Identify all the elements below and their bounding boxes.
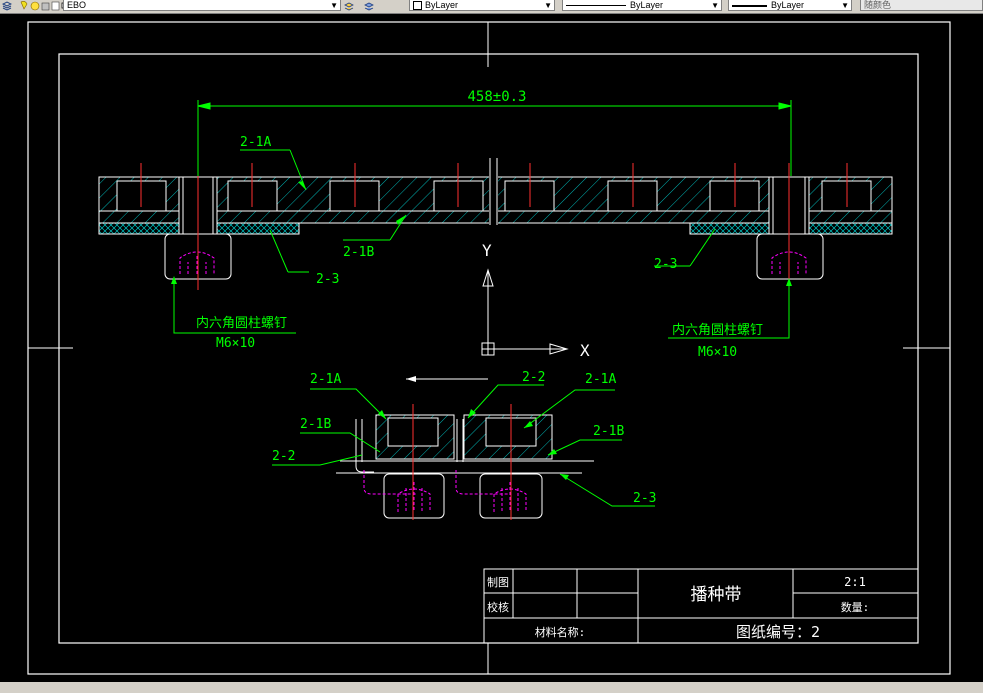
- dimension-458: [197, 100, 792, 176]
- plotstyle-dropdown[interactable]: 随颜色: [860, 0, 983, 11]
- label-2-1B: 2-1B: [343, 245, 374, 260]
- lineweight-value: ByLayer: [771, 0, 805, 10]
- properties-toolbar: EBO ▼ ByLayer ▼ ByLayer ▼ ByLayer ▼ 随颜色: [0, 0, 983, 14]
- drawn-by-label: 制图: [487, 576, 509, 589]
- chevron-down-icon[interactable]: ▼: [841, 0, 849, 11]
- detail-label-2-1B-right: 2-1B: [593, 424, 624, 439]
- drawing-canvas[interactable]: 458±0.3 2-1A 2-1B 2-3 2-3 内六角圆柱螺钉 M6×10 …: [0, 14, 983, 682]
- ucs-axis-icon: [481, 268, 569, 356]
- chevron-down-icon[interactable]: ▼: [330, 0, 338, 11]
- color-dropdown[interactable]: ByLayer ▼: [409, 0, 555, 11]
- part-name: 播种带: [691, 585, 742, 605]
- linetype-preview: [566, 5, 626, 7]
- dimension-text: 458±0.3: [467, 89, 526, 105]
- detail-label-2-3-right: 2-3: [633, 491, 656, 506]
- label-2-3-right: 2-3: [654, 257, 677, 272]
- chevron-down-icon[interactable]: ▼: [711, 0, 719, 11]
- layer-name: EBO: [67, 0, 87, 10]
- screw-name-right: 内六角圆柱螺钉: [672, 322, 763, 338]
- detail-label-2-2-center: 2-2: [522, 370, 545, 385]
- layer-previous-icon[interactable]: [364, 0, 374, 13]
- linetype-value: ByLayer: [630, 0, 664, 10]
- drawing-number: 图纸编号：2: [736, 623, 820, 641]
- detail-label-2-1B-left: 2-1B: [300, 417, 331, 432]
- screw-head-right: [756, 233, 824, 280]
- linetype-dropdown[interactable]: ByLayer ▼: [562, 0, 722, 11]
- screw-name-left: 内六角圆柱螺钉: [196, 315, 287, 331]
- quantity-label: 数量:: [841, 601, 870, 614]
- checked-by-label: 校核: [487, 600, 509, 614]
- belt-detail-view: [336, 376, 594, 520]
- material-label: 材料名称:: [535, 625, 586, 639]
- lineweight-preview: [732, 4, 767, 7]
- scale-value: 2:1: [844, 575, 866, 589]
- screw-size-left: M6×10: [216, 336, 255, 351]
- detail-label-2-1A-left: 2-1A: [310, 372, 341, 387]
- layer-state-icons[interactable]: [18, 0, 68, 13]
- color-value: ByLayer: [425, 0, 459, 10]
- detail-label-2-1A-right: 2-1A: [585, 372, 616, 387]
- lineweight-dropdown[interactable]: ByLayer ▼: [728, 0, 852, 11]
- axis-y-label: Y: [482, 241, 492, 260]
- belt-top-view: [98, 158, 893, 290]
- label-2-1A: 2-1A: [240, 135, 271, 150]
- layer-manager-icon[interactable]: [2, 0, 12, 13]
- plotstyle-value: 随颜色: [864, 0, 892, 10]
- screw-size-right: M6×10: [698, 345, 737, 360]
- layer-dropdown[interactable]: EBO ▼: [63, 0, 341, 11]
- make-object-layer-current-icon[interactable]: [344, 0, 354, 13]
- label-2-3-left: 2-3: [316, 272, 339, 287]
- axis-x-label: X: [580, 341, 590, 360]
- status-strip: [0, 682, 983, 693]
- chevron-down-icon[interactable]: ▼: [544, 0, 552, 11]
- color-swatch-icon: [413, 1, 422, 11]
- detail-label-2-2-left: 2-2: [272, 449, 295, 464]
